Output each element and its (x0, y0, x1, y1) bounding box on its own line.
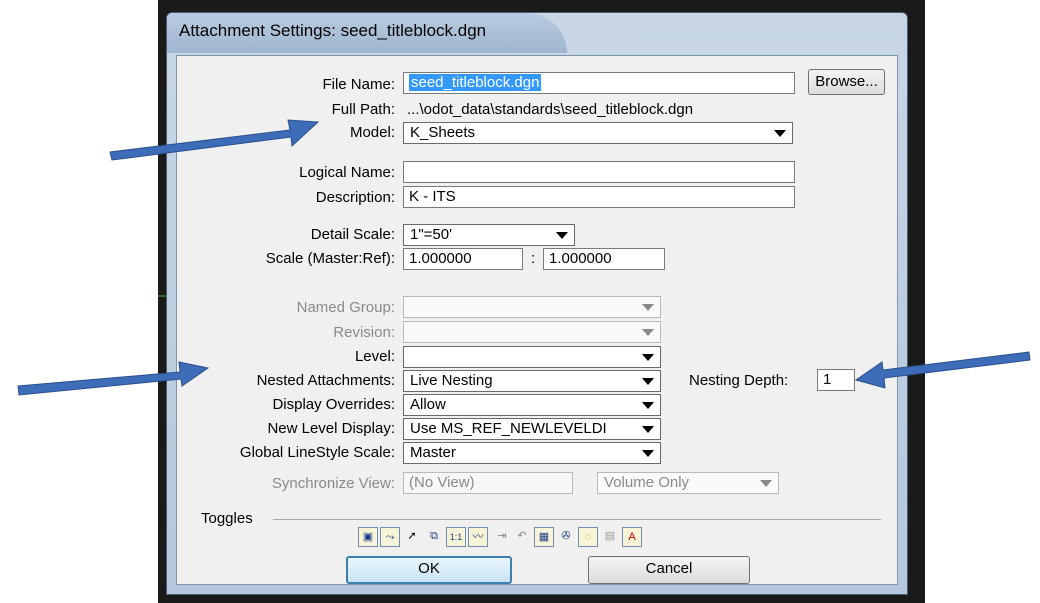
arrow-to-nesting-depth (854, 351, 1031, 389)
arrow-to-model (109, 119, 320, 161)
annotation-arrows (17, 119, 1031, 396)
arrow-to-nested-attachments (17, 361, 210, 396)
